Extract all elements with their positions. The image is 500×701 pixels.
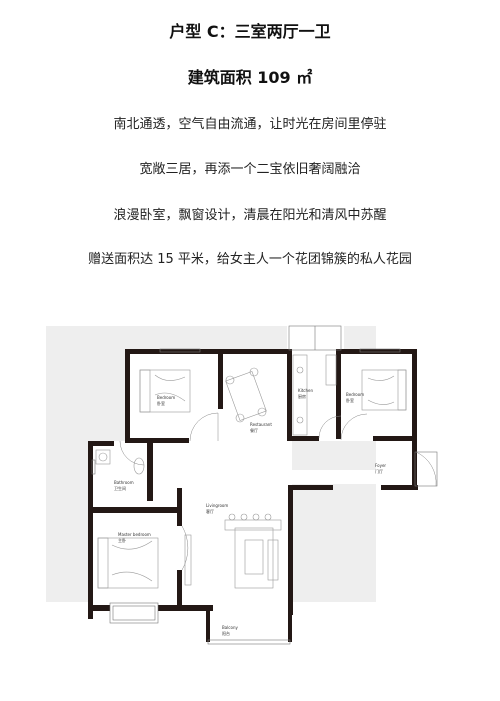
feature-line-4: 赠送面积达 15 平米，给女主人一个花团锦簇的私人花园: [88, 252, 412, 267]
label-balcony-en: Balcony: [222, 625, 238, 630]
label-master-bedroom-cn: 主卧: [118, 537, 126, 543]
unit-type-title: 户型 C：三室两厅一卫: [169, 22, 331, 41]
feature-line-2: 宽敞三居，再添一个二宝依旧奢阔融洽: [139, 162, 361, 177]
floor-plan: Bedroom 卧室 Restaurant 餐厅 Kitchen 厨房 Bedr…: [46, 325, 438, 645]
label-bathroom-cn: 卫生间: [114, 485, 126, 491]
label-master-bedroom-en: Master bedroom: [118, 532, 151, 537]
label-bedroom-left-cn: 卧室: [157, 400, 165, 406]
label-livingroom-en: Livingroom: [206, 503, 228, 508]
label-bedroom-left-en: Bedroom: [157, 395, 175, 400]
label-restaurant-en: Restaurant: [250, 422, 272, 427]
building-area: 建筑面积 109 ㎡: [187, 68, 313, 87]
label-bedroom-right-en: Bedroom: [346, 392, 364, 397]
label-bedroom-right-cn: 卧室: [346, 397, 354, 403]
label-restaurant-cn: 餐厅: [250, 427, 258, 433]
label-kitchen-en: Kitchen: [298, 388, 313, 393]
label-foyer-cn: 门厅: [375, 468, 383, 474]
feature-line-1: 南北通透，空气自由流通，让时光在房间里停驻: [113, 117, 387, 132]
label-livingroom-cn: 客厅: [206, 508, 214, 514]
label-foyer-en: Foyer: [375, 463, 386, 468]
label-balcony-cn: 阳台: [222, 630, 230, 636]
feature-line-3: 浪漫卧室，飘窗设计，清晨在阳光和清风中苏醒: [113, 208, 387, 223]
label-kitchen-cn: 厨房: [298, 393, 306, 399]
label-bathroom-en: Bathroom: [114, 480, 134, 485]
